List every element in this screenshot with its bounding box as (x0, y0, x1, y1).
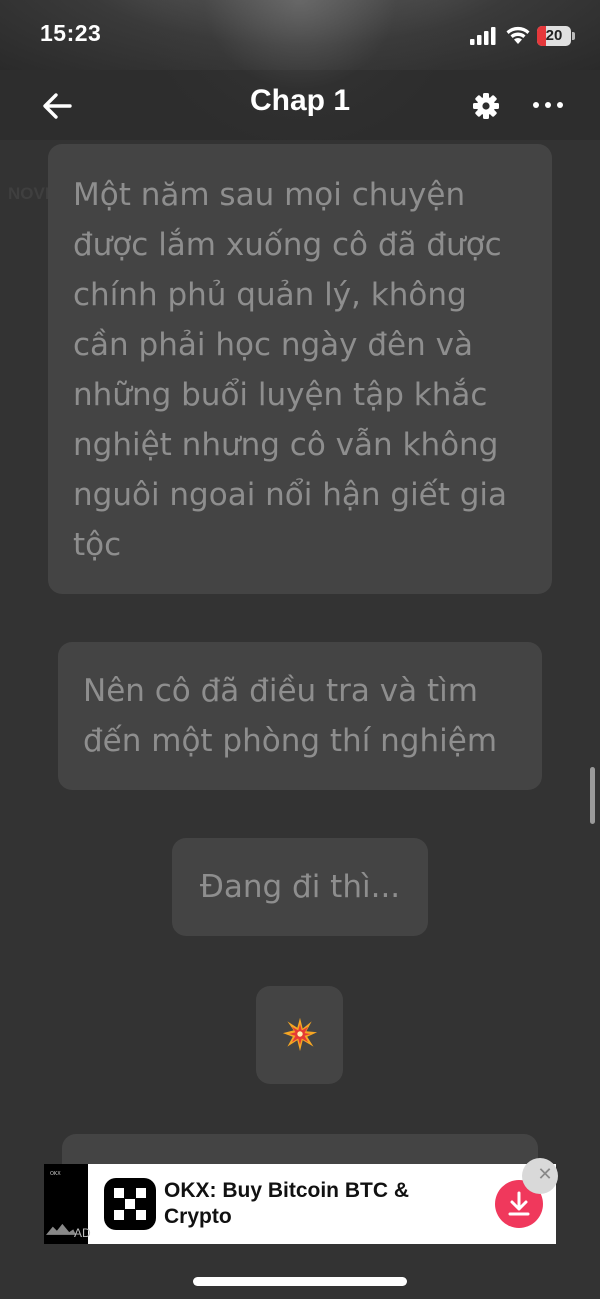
ad-banner[interactable]: OKX AD OKX: Buy Bitcoin BTC & Crypto ✕ (44, 1158, 558, 1244)
more-horizontal-icon[interactable] (530, 95, 566, 115)
ad-label: AD (74, 1226, 91, 1240)
ad-close-button[interactable]: ✕ (522, 1158, 558, 1194)
battery-nub (572, 32, 575, 40)
okx-logo (104, 1178, 156, 1230)
status-time: 15:23 (40, 20, 102, 46)
message-bubble: Đang đi thì... (172, 838, 428, 936)
scrollbar-thumb[interactable] (590, 767, 595, 824)
battery-level: 20 (545, 27, 563, 44)
explosion-emoji-icon (282, 1017, 318, 1052)
message-bubble (256, 986, 343, 1084)
battery-indicator: 20 (537, 26, 571, 46)
gear-icon[interactable] (470, 90, 502, 122)
cellular-signal-icon (470, 27, 496, 45)
ad-thumbnail-text: OKX (50, 1171, 61, 1177)
page-title: Chap 1 (249, 84, 351, 117)
battery-fill (537, 26, 546, 46)
message-text: Một năm sau mọi chuyện được lắm xuống cô… (73, 177, 508, 563)
home-indicator[interactable] (193, 1277, 407, 1286)
message-bubble: Nên cô đã điều tra và tìm đến một phòng … (58, 642, 542, 790)
okx-logo-icon (114, 1188, 146, 1220)
message-text: Đang đi thì... (199, 869, 401, 905)
message-bubble: Một năm sau mọi chuyện được lắm xuống cô… (48, 144, 552, 594)
ad-title[interactable]: OKX: Buy Bitcoin BTC & Crypto (164, 1178, 454, 1230)
message-text: Nên cô đã điều tra và tìm đến một phòng … (83, 673, 498, 759)
wifi-icon (506, 26, 530, 44)
mountain-icon (46, 1223, 76, 1235)
close-icon: ✕ (537, 1164, 553, 1185)
